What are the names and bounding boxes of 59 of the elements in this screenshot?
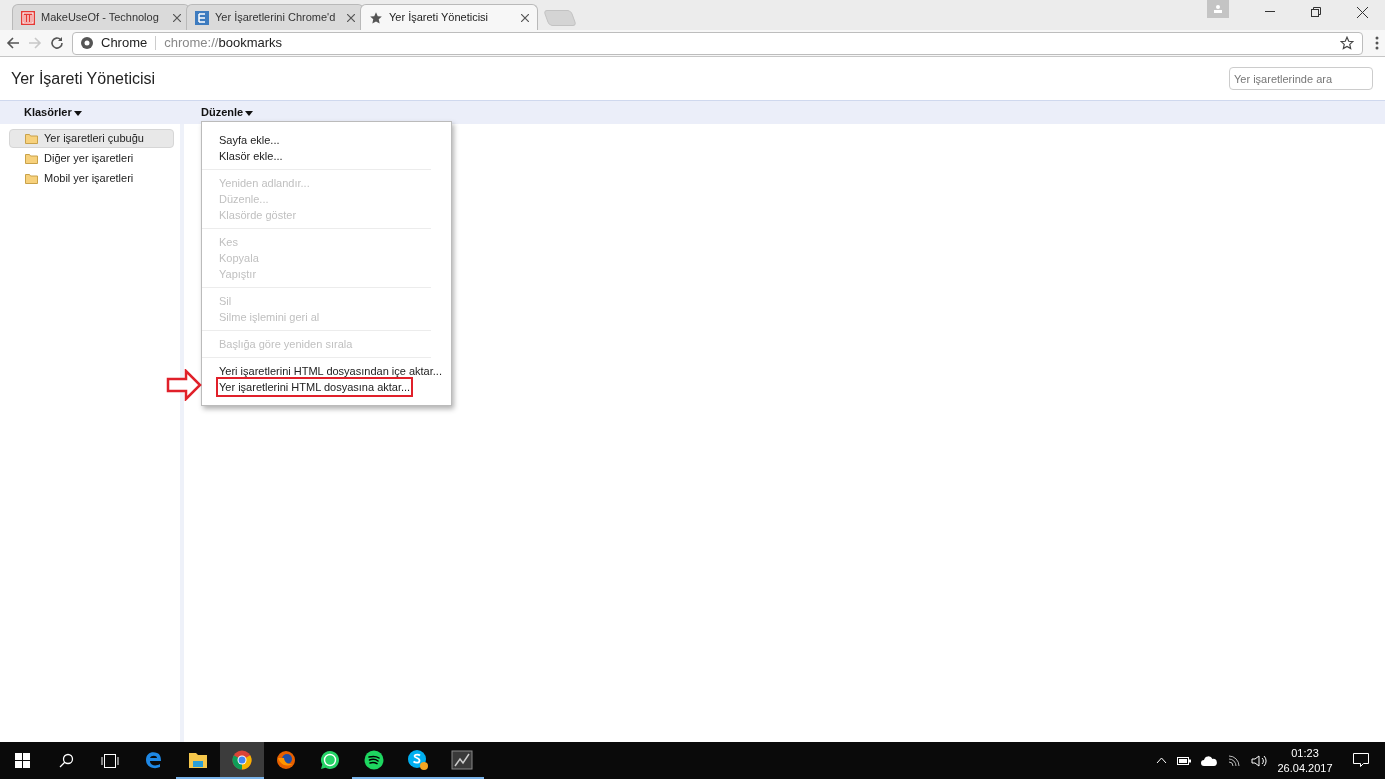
- person-icon: [1213, 4, 1223, 14]
- logo-icon: [21, 10, 35, 25]
- menu-icon[interactable]: [1375, 36, 1379, 50]
- folder-icon: [25, 153, 38, 164]
- caret-icon: [245, 110, 254, 116]
- search-field[interactable]: Yer işaretlerinde ara: [1229, 67, 1373, 90]
- page-title: Yer İşareti Yöneticisi: [11, 68, 156, 89]
- browser-tab[interactable]: Yer İşareti Yöneticisi: [360, 4, 538, 30]
- folder-icon: [25, 133, 38, 144]
- letter-e-icon: [144, 749, 164, 770]
- speaker-icon[interactable]: [1251, 754, 1267, 767]
- cloud-icon[interactable]: [1201, 755, 1217, 766]
- taskbar-app[interactable]: [220, 742, 264, 779]
- reload-icon[interactable]: [50, 36, 64, 50]
- task-view-icon: [101, 752, 119, 769]
- tab-title: Yer İşareti Yöneticisi: [389, 10, 490, 26]
- letter-s-icon: [407, 748, 429, 771]
- tab-title: MakeUseOf - Technolog: [41, 10, 160, 26]
- tab-title: Yer İşaretlerini Chrome'd: [215, 10, 337, 26]
- star-icon: [369, 10, 383, 25]
- app-icon: [451, 748, 473, 771]
- page-icon: [195, 10, 209, 25]
- folder-item[interactable]: Diğer yer işaretleri: [9, 149, 174, 168]
- minimize-icon: [1265, 11, 1275, 13]
- clock-time[interactable]: 01:23: [1291, 745, 1319, 761]
- folder-label: Diğer yer işaretleri: [44, 151, 134, 167]
- url-text: chrome://bookmarks: [164, 34, 282, 53]
- folder-icon: [188, 750, 208, 769]
- battery-icon[interactable]: [1177, 756, 1191, 765]
- close-icon: [1356, 6, 1368, 18]
- browser-tab[interactable]: Yer İşaretlerini Chrome'd: [186, 4, 364, 30]
- fox-logo-icon: [276, 749, 296, 770]
- address-bar[interactable]: Chrome chrome://bookmarks: [72, 31, 1363, 55]
- chrome-page-icon: [81, 37, 93, 49]
- caret-icon: [73, 110, 82, 116]
- restore-icon: [1311, 7, 1321, 17]
- wifi-icon[interactable]: [1227, 754, 1241, 767]
- back-icon[interactable]: [6, 36, 20, 50]
- close-icon[interactable]: [173, 13, 181, 22]
- menu-item[interactable]: Yer işaretlerini HTML dosyasına aktar...: [216, 376, 414, 398]
- folder-label: Mobil yer işaretleri: [44, 171, 134, 187]
- chevron-up-icon[interactable]: [1156, 757, 1167, 764]
- close-icon[interactable]: [521, 13, 529, 22]
- close-icon[interactable]: [347, 13, 355, 22]
- organize-menu[interactable]: Düzenle: [201, 104, 254, 121]
- ring-logo-icon: [232, 749, 252, 770]
- star-icon[interactable]: [1340, 36, 1354, 50]
- folder-icon: [25, 173, 38, 184]
- folders-menu[interactable]: Klasörler: [24, 104, 201, 121]
- folder-item[interactable]: Yer işaretleri çubuğu: [9, 129, 174, 148]
- folder-item[interactable]: Mobil yer işaretleri: [9, 169, 174, 188]
- search-icon: [58, 752, 74, 769]
- site-label: Chrome: [101, 34, 148, 53]
- chat-bubble-icon: [320, 749, 340, 770]
- notification-icon[interactable]: [1353, 753, 1369, 768]
- folder-label: Yer işaretleri çubuğu: [44, 131, 144, 147]
- striped-circle-icon: [364, 749, 384, 770]
- clock-date[interactable]: 26.04.2017: [1277, 760, 1333, 776]
- windows-icon: [14, 753, 30, 768]
